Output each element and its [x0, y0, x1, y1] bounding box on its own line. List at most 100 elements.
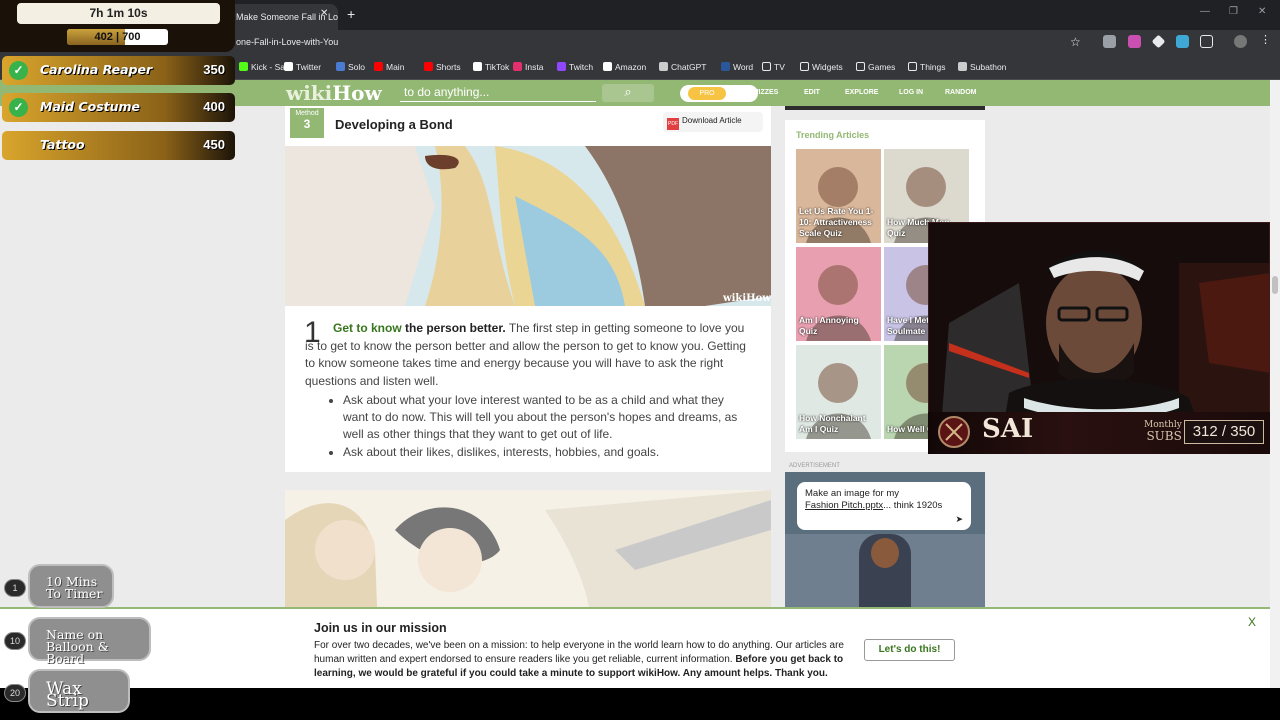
- send-icon: ➤: [955, 514, 963, 524]
- minimize-icon[interactable]: —: [1200, 6, 1210, 17]
- bookmark-icon: [424, 62, 433, 71]
- channel-reward: Name on Balloon & Board: [28, 617, 151, 665]
- bookmark-icon: [557, 62, 566, 71]
- new-tab-button[interactable]: +: [347, 6, 355, 22]
- bookmark-icon: [473, 62, 482, 71]
- menu-dots-icon[interactable]: ⋮: [1260, 33, 1273, 46]
- goal-name: Carolina Reaper: [40, 62, 153, 77]
- search-button[interactable]: ⌕: [602, 84, 654, 102]
- bookmark-item[interactable]: TV: [762, 62, 785, 72]
- bookmark-icon: [762, 62, 771, 71]
- search-input[interactable]: to do anything...: [400, 84, 596, 102]
- bookmark-icon: [659, 62, 668, 71]
- step-bullets: Ask about what your love interest wanted…: [341, 392, 743, 462]
- bullet-item: Ask about their likes, dislikes, interes…: [343, 444, 743, 461]
- bookmark-item[interactable]: TikTok: [473, 62, 509, 72]
- subathon-panel: 7h 1m 10s 402 | 700: [0, 0, 235, 52]
- trending-card[interactable]: How Nonchalant Am I Quiz: [796, 345, 881, 439]
- sub-goal-progress: 402 | 700: [67, 29, 168, 45]
- banner-title: Join us in our mission: [314, 621, 447, 635]
- nav-edit[interactable]: EDIT: [804, 89, 820, 96]
- nav-login[interactable]: LOG IN: [899, 89, 923, 96]
- search-icon: ⌕: [624, 84, 632, 99]
- extension-icon[interactable]: [1176, 35, 1189, 48]
- download-article-button[interactable]: PDF Download Article: [663, 112, 763, 132]
- goal-cost: 350: [203, 62, 225, 77]
- scrollbar[interactable]: [1270, 80, 1280, 688]
- reward-cost: 20: [4, 684, 26, 702]
- close-window-icon[interactable]: ✕: [1258, 6, 1266, 17]
- bookmark-item[interactable]: Twitch: [557, 62, 593, 72]
- reward-cost: 1: [4, 579, 26, 597]
- method-title: Developing a Bond: [335, 117, 453, 132]
- bookmark-icon: [721, 62, 730, 71]
- sub-goal-item: Tattoo 450: [2, 131, 235, 160]
- trending-title: Trending Articles: [796, 130, 870, 140]
- channel-reward: 10 Mins To Timer: [28, 564, 114, 608]
- monthly-subs-label: Monthly SUBS: [1144, 420, 1182, 443]
- bookmark-item[interactable]: Kick - Sai: [239, 62, 287, 72]
- trending-card[interactable]: Am I Annoying Quiz: [796, 247, 881, 341]
- scrollbar-thumb[interactable]: [1272, 276, 1278, 294]
- method-badge: Method 3: [290, 108, 324, 138]
- bookmark-icon: [856, 62, 865, 71]
- reward-name: Name on Balloon & Board: [46, 627, 109, 666]
- bookmark-item[interactable]: Things: [908, 62, 946, 72]
- method-section: Method 3 Developing a Bond PDF Download Ar…: [285, 106, 771, 472]
- streamer-name: SAI: [982, 414, 1034, 444]
- banner-text: For over two decades, we've been on a mi…: [314, 640, 844, 679]
- pro-toggle[interactable]: PRO: [680, 85, 758, 102]
- bullet-item: Ask about what your love interest wanted…: [343, 392, 743, 443]
- bookmark-star-icon[interactable]: ☆: [1070, 35, 1081, 49]
- bookmark-item[interactable]: Subathon: [958, 62, 1006, 72]
- bookmark-item[interactable]: Word: [721, 62, 753, 72]
- url-field[interactable]: one-Fall-in-Love-with-You: [236, 37, 338, 47]
- bookmark-item[interactable]: Games: [856, 62, 895, 72]
- profile-avatar[interactable]: [1234, 35, 1247, 48]
- advertisement[interactable]: Make an image for my Fashion Pitch.pptx.…: [785, 472, 985, 608]
- step-link[interactable]: Get to know: [333, 321, 402, 335]
- nav-explore[interactable]: EXPLORE: [845, 89, 878, 96]
- pdf-icon: PDF: [667, 118, 679, 130]
- bookmark-icon: [800, 62, 809, 71]
- nav-random[interactable]: RANDOM: [945, 89, 977, 96]
- reward-name: Wax Strip: [46, 679, 89, 711]
- trending-card-caption: Am I Annoying Quiz: [799, 315, 859, 336]
- lets-do-this-button[interactable]: Let's do this!: [864, 639, 955, 661]
- extensions-puzzle-icon[interactable]: [1200, 35, 1213, 48]
- trending-card[interactable]: Let Us Rate You 1-10: Attractiveness Sca…: [796, 149, 881, 243]
- goal-name: Maid Costume: [40, 99, 141, 114]
- step-text: Get to know the person better. The first…: [305, 321, 746, 388]
- nav-quizzes[interactable]: QUIZZES: [748, 89, 778, 96]
- screen: Make Someone Fall in Love ✕ + — ❐ ✕ one-…: [0, 0, 1280, 720]
- trending-card-caption: How Nonchalant Am I Quiz: [799, 413, 866, 434]
- wikihow-watermark: wikiHow: [722, 293, 771, 304]
- bookmark-icon: [374, 62, 383, 71]
- bookmark-item[interactable]: Insta: [513, 62, 543, 72]
- bookmark-item[interactable]: Shorts: [424, 62, 461, 72]
- bookmark-item[interactable]: ChatGPT: [659, 62, 706, 72]
- bookmark-icon: [513, 62, 522, 71]
- tab-close-icon[interactable]: ✕: [320, 8, 328, 19]
- emblem-icon: [934, 412, 974, 454]
- taskbar-area: [0, 688, 1280, 720]
- goal-cost: 400: [203, 99, 225, 114]
- banner-close-button[interactable]: X: [1248, 615, 1256, 629]
- sub-goal-progress-text: 402 | 700: [94, 31, 141, 43]
- extension-icon[interactable]: [1128, 35, 1141, 48]
- subathon-timer: 7h 1m 10s: [17, 3, 220, 24]
- bookmark-icon: [908, 62, 917, 71]
- bookmark-icon: [603, 62, 612, 71]
- checkmark-icon: ✓: [9, 98, 28, 117]
- wikihow-logo[interactable]: wikiHow: [286, 81, 382, 105]
- reward-cost: 10: [4, 632, 26, 650]
- bookmark-item[interactable]: Solo: [336, 62, 365, 72]
- bookmark-item[interactable]: Widgets: [800, 62, 843, 72]
- bookmark-item[interactable]: Twitter: [284, 62, 321, 72]
- bookmark-item[interactable]: Main: [374, 62, 404, 72]
- bookmark-item[interactable]: Amazon: [603, 62, 646, 72]
- channel-reward: Wax Strip: [28, 669, 130, 713]
- sub-goal-item: ✓ Carolina Reaper 350: [2, 56, 235, 85]
- extension-icon[interactable]: [1103, 35, 1116, 48]
- maximize-icon[interactable]: ❐: [1229, 6, 1238, 17]
